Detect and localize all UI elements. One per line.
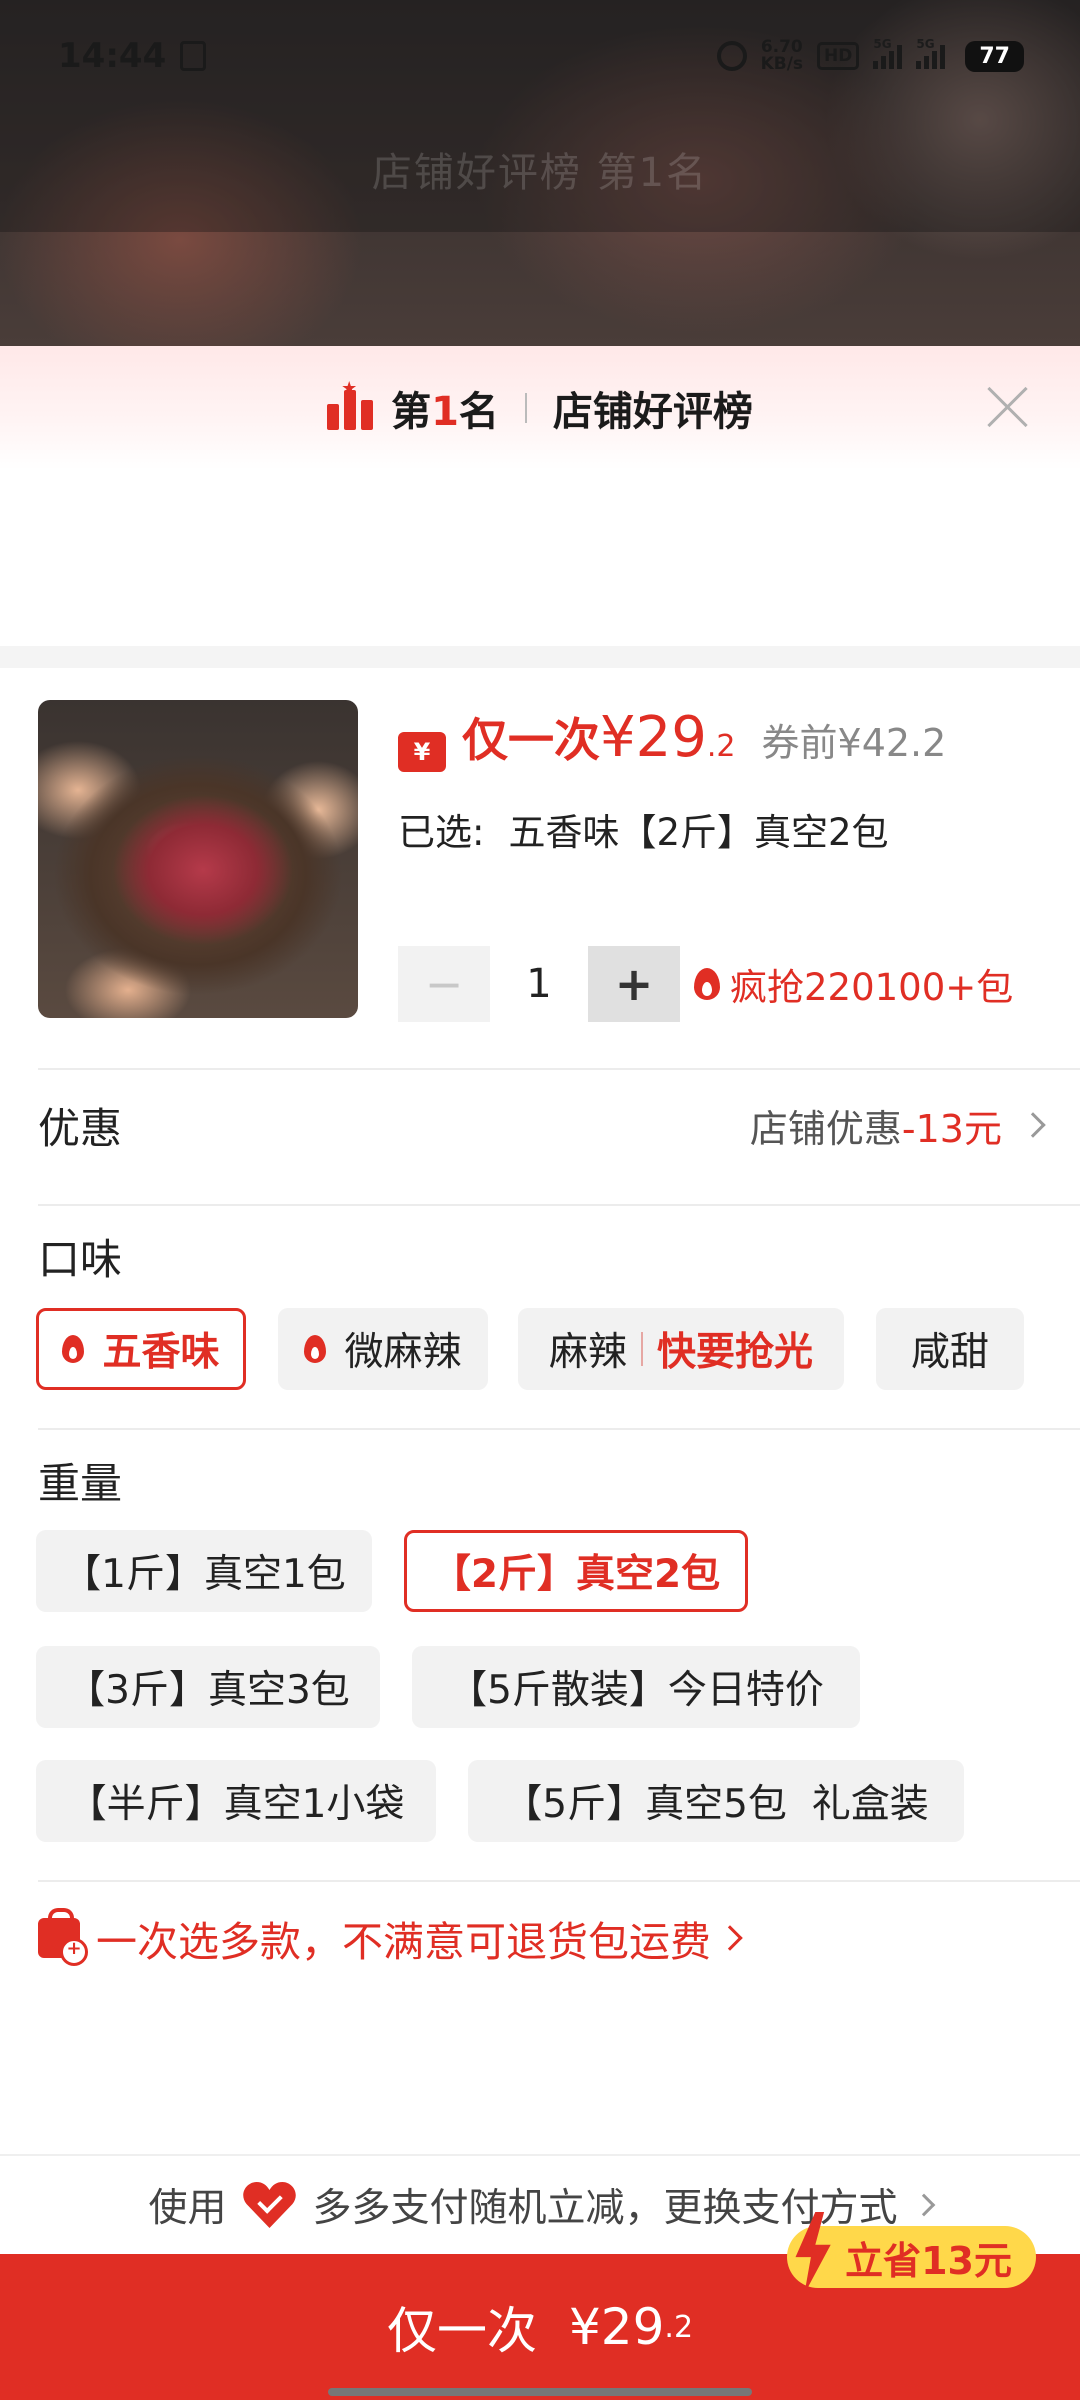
weight-option-5jin-bulk[interactable]: 【5斤散装】今日特价 xyxy=(412,1646,860,1728)
sku-sheet: ★ 第1名 店铺好评榜 ¥ 仅一次 ¥29 .2 券前¥42.2 已选: 五香味【… xyxy=(0,346,1080,2400)
discount-row[interactable]: 优惠 店铺优惠 -13元 xyxy=(38,1070,1046,1180)
discount-value: 店铺优惠 -13元 xyxy=(750,1098,1046,1153)
notification-icon xyxy=(180,41,207,71)
selected-label: 已选: xyxy=(398,811,485,854)
status-indicators: 6.70 KB/s HD 5G 5G 77 xyxy=(716,37,1024,74)
flavor-option-wuxiang[interactable]: 五香味 xyxy=(36,1308,246,1390)
divider xyxy=(38,1204,1080,1206)
quantity-value[interactable]: 1 xyxy=(490,961,588,1007)
chevron-right-icon xyxy=(1020,1112,1046,1138)
weight-option-1jin[interactable]: 【1斤】真空1包 xyxy=(36,1530,372,1612)
duoduo-pay-icon xyxy=(243,2182,297,2228)
rank-board-name: 店铺好评榜 xyxy=(552,389,753,435)
section-divider xyxy=(0,646,1080,668)
status-bar: 14:44 6.70 KB/s HD 5G 5G 77 xyxy=(0,0,1080,112)
quantity-stepper: − 1 + 疯抢220100+包 xyxy=(398,946,1013,1022)
price-main: ¥29 xyxy=(600,705,707,770)
selected-value: 五香味【2斤】真空2包 xyxy=(508,811,889,854)
rank-divider xyxy=(524,393,527,423)
weight-option-halfjin[interactable]: 【半斤】真空1小袋 xyxy=(36,1760,436,1842)
price-prefix: 仅一次 xyxy=(462,713,600,767)
product-thumbnail[interactable] xyxy=(38,700,358,1018)
selected-sku: 已选: 五香味【2斤】真空2包 xyxy=(398,802,889,856)
hd-icon: HD xyxy=(817,42,860,70)
flavor-option-mala[interactable]: 麻辣 快要抢光 xyxy=(518,1308,844,1390)
weight-title: 重量 xyxy=(38,1459,123,1508)
divider xyxy=(38,1428,1080,1430)
weight-option-3jin[interactable]: 【3斤】真空3包 xyxy=(36,1646,380,1728)
signal-icon: 5G xyxy=(916,37,946,69)
flame-icon xyxy=(304,1335,327,1363)
network-speed: 6.70 KB/s xyxy=(760,37,804,74)
coupon-icon: ¥ xyxy=(398,732,446,772)
sellout-badge: 快要抢光 xyxy=(657,1330,814,1375)
status-time: 14:44 xyxy=(58,36,167,76)
increase-button[interactable]: + xyxy=(588,946,680,1022)
original-price: 券前¥42.2 xyxy=(761,721,947,765)
divider xyxy=(38,1880,1080,1882)
signal-icon: 5G xyxy=(873,37,903,69)
weight-option-5jin-gift[interactable]: 【5斤】真空5包 礼盒装 xyxy=(468,1760,964,1842)
close-icon[interactable] xyxy=(982,382,1032,432)
savings-badge: 立省13元 xyxy=(787,2212,1036,2294)
ranking-icon: ★ xyxy=(327,378,374,430)
flavor-title: 口味 xyxy=(38,1235,123,1284)
flavor-option-weimala[interactable]: 微麻辣 xyxy=(278,1308,488,1390)
return-policy-link[interactable]: 一次选多款，不满意可退货包运费 xyxy=(38,1908,743,1968)
chevron-right-icon xyxy=(717,1925,743,1951)
hot-sales: 疯抢220100+包 xyxy=(694,957,1013,1011)
backdrop-rank-text: 店铺好评榜 第1名 xyxy=(371,150,709,196)
home-indicator[interactable] xyxy=(328,2388,752,2396)
rank-position: 第1名 xyxy=(391,389,499,435)
shopping-bag-plus-icon xyxy=(38,1908,88,1966)
rank-banner[interactable]: ★ 第1名 店铺好评榜 xyxy=(0,346,1080,470)
decrease-button[interactable]: − xyxy=(398,946,490,1022)
alarm-icon xyxy=(716,41,747,71)
price-line: ¥ 仅一次 ¥29 .2 券前¥42.2 xyxy=(398,704,947,772)
flavor-option-xiantian[interactable]: 咸甜 xyxy=(876,1308,1024,1390)
discount-label: 优惠 xyxy=(38,1103,123,1153)
product-summary: ¥ 仅一次 ¥29 .2 券前¥42.2 已选: 五香味【2斤】真空2包 − 1 … xyxy=(0,668,1080,1022)
price-decimal: .2 xyxy=(706,729,736,764)
weight-option-2jin[interactable]: 【2斤】真空2包 xyxy=(404,1530,748,1612)
flame-icon xyxy=(694,968,720,1000)
battery-indicator: 77 xyxy=(965,40,1024,72)
chevron-right-icon xyxy=(912,2193,935,2217)
flame-icon xyxy=(62,1335,85,1363)
